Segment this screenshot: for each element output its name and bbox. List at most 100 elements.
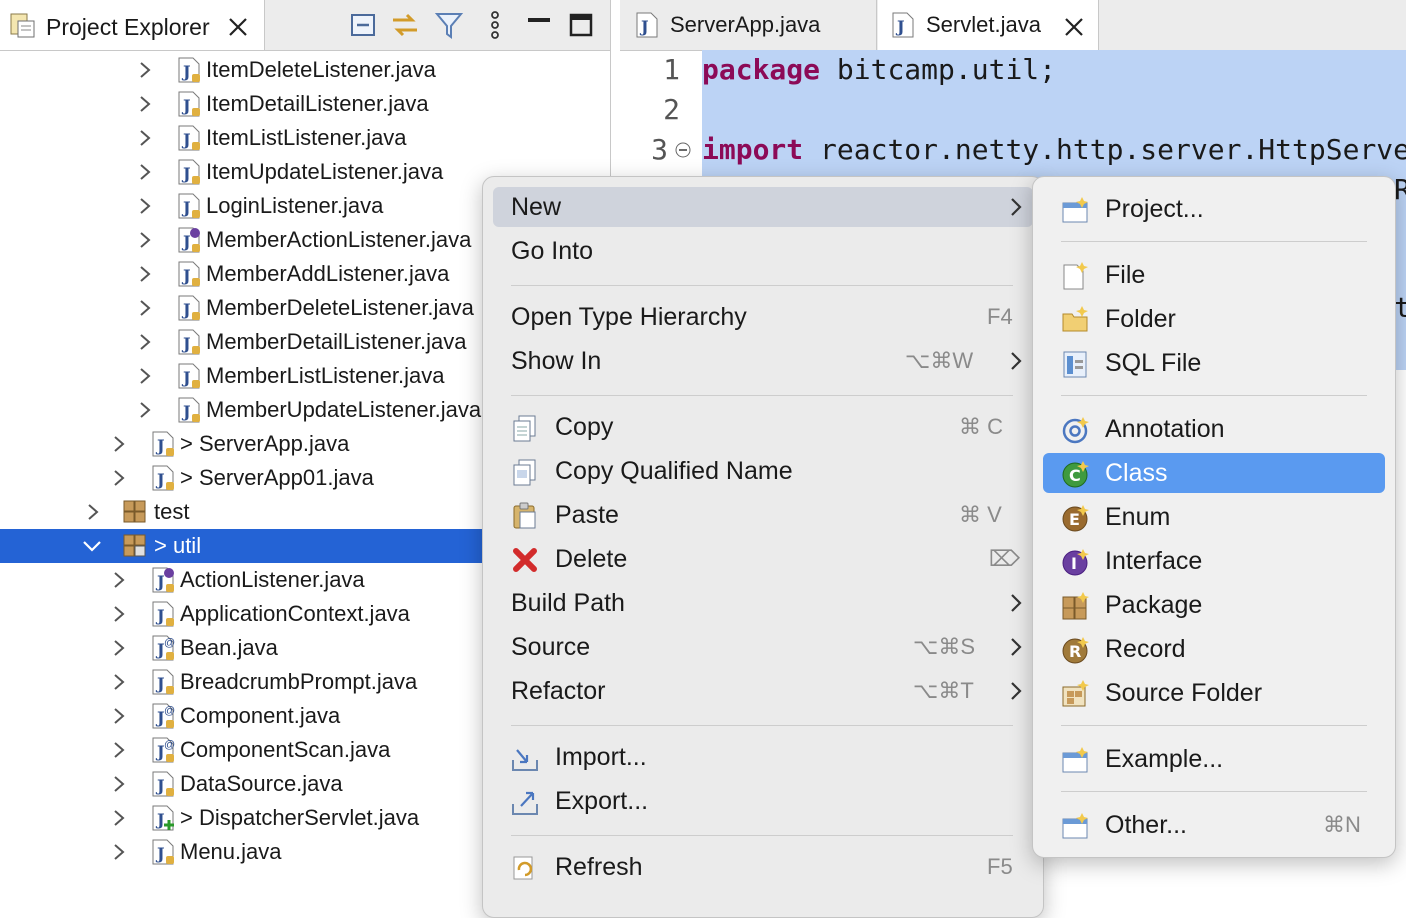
- chevron-right-icon[interactable]: [108, 461, 132, 495]
- class-icon: C: [1062, 461, 1089, 488]
- chevron-right-icon[interactable]: [108, 835, 132, 869]
- chevron-right-icon[interactable]: [108, 801, 132, 835]
- chevron-right-icon[interactable]: [108, 733, 132, 767]
- tree-item-itemlistlistener[interactable]: J ItemListListener.java: [0, 121, 610, 155]
- fold-collapse-icon[interactable]: [674, 141, 692, 159]
- tab-servlet[interactable]: J Servlet.java: [878, 0, 1099, 50]
- chevron-right-icon[interactable]: [134, 291, 158, 325]
- code-line-1[interactable]: 1 package bitcamp.util;: [622, 50, 1406, 90]
- menu-item-new-sql-file[interactable]: SQL File: [1043, 343, 1385, 383]
- menu-item-new-folder[interactable]: Folder: [1043, 299, 1385, 339]
- tree-item-label: ItemListListener.java: [206, 125, 407, 150]
- tree-item-label: MemberAddListener.java: [206, 261, 450, 286]
- menu-item-source[interactable]: Source ⌥⌘S: [493, 627, 1033, 667]
- menu-item-new-other[interactable]: Other... ⌘N: [1043, 805, 1385, 845]
- chevron-right-icon[interactable]: [108, 767, 132, 801]
- menu-item-label: Go Into: [511, 237, 593, 265]
- chevron-right-icon[interactable]: [108, 665, 132, 699]
- maximize-icon[interactable]: [566, 10, 596, 40]
- chevron-down-icon[interactable]: [80, 529, 104, 563]
- new-example-icon: [1062, 747, 1088, 773]
- menu-item-new-project[interactable]: Project...: [1043, 189, 1385, 229]
- menu-item-export[interactable]: Export...: [493, 781, 1033, 821]
- minimize-icon[interactable]: [524, 10, 554, 40]
- filter-icon[interactable]: [434, 10, 464, 40]
- menu-item-go-into[interactable]: Go Into: [493, 231, 1033, 271]
- chevron-right-icon[interactable]: [134, 121, 158, 155]
- menu-item-new-source-folder[interactable]: Source Folder: [1043, 673, 1385, 713]
- chevron-right-icon[interactable]: [134, 87, 158, 121]
- menu-item-new[interactable]: New: [493, 187, 1033, 227]
- menu-item-new-annotation[interactable]: Annotation: [1043, 409, 1385, 449]
- chevron-right-icon[interactable]: [134, 189, 158, 223]
- chevron-right-icon[interactable]: [134, 393, 158, 427]
- java-file-icon: J: [178, 329, 200, 355]
- tree-item-itemdetaillistener[interactable]: J ItemDetailListener.java: [0, 87, 610, 121]
- menu-item-new-example[interactable]: Example...: [1043, 739, 1385, 779]
- chevron-right-icon[interactable]: [108, 699, 132, 733]
- chevron-right-icon[interactable]: [108, 427, 132, 461]
- enum-icon: E: [1062, 505, 1089, 532]
- chevron-right-icon[interactable]: [108, 631, 132, 665]
- menu-item-import[interactable]: Import...: [493, 737, 1033, 777]
- code-line-2[interactable]: 2: [622, 90, 1406, 130]
- menu-item-delete[interactable]: Delete ⌦: [493, 539, 1033, 579]
- menu-item-shortcut: F5: [987, 854, 1013, 879]
- view-menu-icon[interactable]: [480, 10, 510, 40]
- tree-item-label: > ServerApp.java: [180, 431, 350, 456]
- line-number: 2: [663, 93, 680, 126]
- menu-item-label: Annotation: [1105, 415, 1225, 443]
- menu-item-new-file[interactable]: File: [1043, 255, 1385, 295]
- tree-item-label: MemberDeleteListener.java: [206, 295, 474, 320]
- menu-item-new-package[interactable]: Package: [1043, 585, 1385, 625]
- menu-item-new-interface[interactable]: I Interface: [1043, 541, 1385, 581]
- new-submenu: Project... File Folder SQL File Annotati…: [1032, 176, 1396, 858]
- project-explorer-tab[interactable]: Project Explorer: [0, 0, 265, 50]
- interface-icon: I: [1062, 549, 1089, 576]
- menu-item-refresh[interactable]: Refresh F5: [493, 847, 1033, 887]
- menu-item-show-in[interactable]: Show In ⌥⌘W: [493, 341, 1033, 381]
- menu-item-copy[interactable]: Copy ⌘ C: [493, 407, 1033, 447]
- menu-item-label: Copy Qualified Name: [555, 457, 793, 485]
- link-with-editor-icon[interactable]: [390, 10, 420, 40]
- chevron-right-icon: [1011, 352, 1022, 370]
- menu-item-paste[interactable]: Paste ⌘ V: [493, 495, 1033, 535]
- svg-text:J: J: [181, 96, 191, 115]
- menu-item-copy-qualified-name[interactable]: Copy Qualified Name: [493, 451, 1033, 491]
- chevron-right-icon[interactable]: [82, 495, 106, 529]
- menu-item-label: Delete: [555, 545, 628, 573]
- tree-item-label: ItemDeleteListener.java: [206, 57, 436, 82]
- menu-item-refactor[interactable]: Refactor ⌥⌘T: [493, 671, 1033, 711]
- menu-separator: [511, 395, 1013, 396]
- code-keyword: import: [702, 133, 804, 166]
- new-file-icon: [1063, 262, 1088, 290]
- menu-item-new-enum[interactable]: E Enum: [1043, 497, 1385, 537]
- chevron-right-icon[interactable]: [134, 223, 158, 257]
- java-interface-file-icon: J: [152, 567, 174, 593]
- tree-item-label: > ServerApp01.java: [180, 465, 374, 490]
- menu-item-new-record[interactable]: R Record: [1043, 629, 1385, 669]
- menu-item-new-class[interactable]: C Class: [1043, 453, 1385, 493]
- close-icon[interactable]: [228, 17, 248, 37]
- svg-text:J: J: [181, 164, 191, 183]
- tab-label: ServerApp.java: [670, 12, 821, 37]
- menu-item-label: Source Folder: [1105, 679, 1263, 707]
- tab-serverapp[interactable]: J ServerApp.java: [620, 0, 877, 50]
- source-folder-icon: [1062, 680, 1089, 707]
- menu-item-open-type-hierarchy[interactable]: Open Type Hierarchy F4: [493, 297, 1033, 337]
- java-file-icon: J: [152, 431, 174, 457]
- chevron-right-icon[interactable]: [134, 257, 158, 291]
- menu-item-build-path[interactable]: Build Path: [493, 583, 1033, 623]
- collapse-all-icon[interactable]: [348, 10, 378, 40]
- chevron-right-icon[interactable]: [134, 325, 158, 359]
- close-icon[interactable]: [1064, 17, 1084, 37]
- chevron-right-icon[interactable]: [108, 597, 132, 631]
- chevron-right-icon[interactable]: [108, 563, 132, 597]
- chevron-right-icon[interactable]: [134, 155, 158, 189]
- code-line-3[interactable]: 3 import reactor.netty.http.server.HttpS…: [622, 130, 1406, 170]
- chevron-right-icon[interactable]: [134, 53, 158, 87]
- svg-text:@: @: [164, 705, 175, 717]
- chevron-right-icon[interactable]: [134, 359, 158, 393]
- tree-item-itemdeletelistener[interactable]: J ItemDeleteListener.java: [0, 53, 610, 87]
- svg-text:J: J: [181, 300, 191, 319]
